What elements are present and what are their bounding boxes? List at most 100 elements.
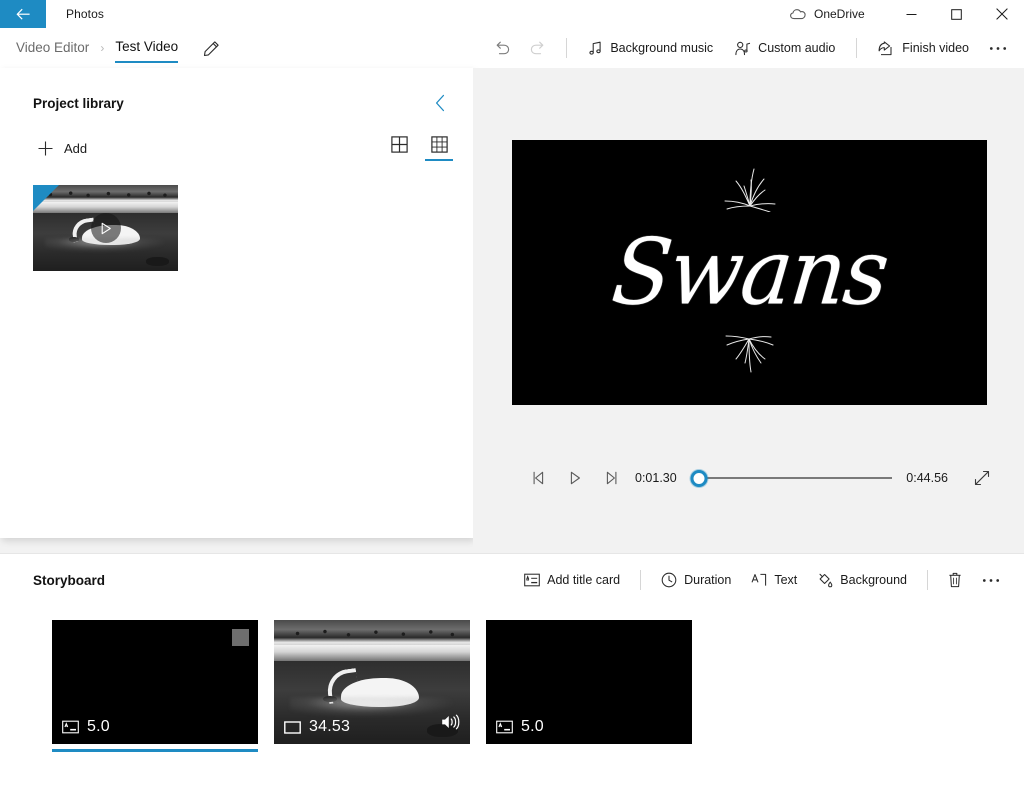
library-item-swan-video[interactable] bbox=[33, 185, 178, 271]
seek-thumb[interactable] bbox=[690, 469, 708, 487]
project-library-header: Project library bbox=[0, 68, 473, 116]
collapse-library-button[interactable] bbox=[427, 90, 453, 116]
music-note-icon bbox=[589, 41, 602, 55]
storyboard-clip-2-audio-indicator bbox=[441, 714, 460, 735]
close-icon bbox=[995, 8, 1008, 20]
storyboard-clip-3[interactable]: 5.0 bbox=[486, 620, 692, 744]
finish-video-label: Finish video bbox=[902, 41, 969, 55]
text-button[interactable]: Text bbox=[741, 564, 807, 596]
chevron-left-icon bbox=[435, 94, 444, 112]
add-title-card-label: Add title card bbox=[547, 573, 621, 587]
seek-slider[interactable] bbox=[690, 466, 893, 490]
back-arrow-icon bbox=[15, 8, 30, 20]
delete-clip-button[interactable]: Delete bbox=[938, 564, 972, 596]
storyboard-header: Storyboard Add title card Duration Text … bbox=[0, 554, 1024, 606]
breadcrumb-separator: › bbox=[100, 41, 105, 55]
duration-button[interactable]: Duration bbox=[651, 564, 741, 596]
ellipsis-icon bbox=[989, 46, 1007, 50]
person-audio-icon bbox=[735, 41, 751, 55]
sparkle-icon bbox=[724, 168, 775, 212]
rename-project-button[interactable] bbox=[200, 37, 222, 59]
next-frame-button[interactable] bbox=[593, 462, 629, 494]
finish-video-button[interactable]: Finish video bbox=[867, 32, 980, 64]
storyboard-clip-1[interactable]: 5.0 bbox=[52, 620, 258, 752]
storyboard-more-button[interactable]: See more bbox=[972, 564, 1010, 596]
storyboard-divider-1 bbox=[640, 570, 642, 590]
storyboard-clip-2-meta: 34.53 bbox=[284, 718, 350, 736]
onedrive-label: OneDrive bbox=[814, 7, 865, 21]
ellipsis-icon bbox=[982, 578, 1000, 582]
close-button[interactable] bbox=[979, 0, 1024, 28]
fullscreen-button[interactable] bbox=[966, 462, 998, 494]
storyboard-clip-1-duration: 5.0 bbox=[87, 718, 110, 735]
storyboard-clip-2-thumbnail[interactable]: 34.53 bbox=[274, 620, 470, 744]
undo-button[interactable] bbox=[484, 32, 520, 64]
onedrive-status[interactable]: OneDrive bbox=[790, 0, 865, 28]
title-card-text: Swans bbox=[607, 219, 892, 326]
next-frame-icon bbox=[606, 471, 617, 485]
storyboard-clip-1-checkbox[interactable] bbox=[232, 629, 249, 646]
redo-button[interactable] bbox=[520, 32, 556, 64]
storyboard-title: Storyboard bbox=[33, 572, 106, 588]
breadcrumb: Video Editor › Test Video bbox=[0, 28, 222, 68]
storyboard-clip-3-meta: 5.0 bbox=[496, 718, 544, 736]
storyboard-panel: Storyboard Add title card Duration Text … bbox=[0, 553, 1024, 796]
trash-icon bbox=[949, 572, 961, 588]
storyboard-clip-1-thumbnail[interactable]: 5.0 bbox=[52, 620, 258, 744]
background-music-button[interactable]: Background music bbox=[577, 32, 724, 64]
project-library-toolbar: Add bbox=[0, 116, 473, 163]
view-large-icons-button[interactable] bbox=[385, 136, 413, 161]
project-library-grid bbox=[0, 163, 473, 271]
grid-small-icon bbox=[430, 136, 448, 153]
storyboard-toolbar: Add title card Duration Text Background bbox=[514, 564, 1010, 596]
storyboard-clip-2[interactable]: 34.53 bbox=[274, 620, 470, 744]
grid-large-icon bbox=[390, 136, 408, 153]
sparkle-icon bbox=[725, 335, 773, 373]
back-button[interactable] bbox=[0, 0, 46, 28]
paint-bucket-icon bbox=[819, 573, 833, 588]
title-card-icon bbox=[62, 720, 79, 734]
previous-frame-icon bbox=[533, 471, 544, 485]
play-icon bbox=[101, 222, 111, 234]
title-card-preview: Swans bbox=[512, 140, 987, 405]
command-bar-more-button[interactable] bbox=[980, 32, 1016, 64]
breadcrumb-current-project[interactable]: Test Video bbox=[111, 40, 182, 63]
custom-audio-label: Custom audio bbox=[758, 41, 836, 55]
title-bar: Photos OneDrive bbox=[0, 0, 1024, 28]
window-controls bbox=[889, 0, 1024, 28]
duration-label: Duration bbox=[684, 573, 732, 587]
clip2-birds bbox=[274, 627, 470, 640]
maximize-button[interactable] bbox=[934, 0, 979, 28]
thumbnail-rock bbox=[146, 257, 170, 266]
custom-audio-button[interactable]: Custom audio bbox=[724, 32, 846, 64]
seek-track bbox=[690, 477, 893, 479]
add-title-card-button[interactable]: Add title card bbox=[514, 564, 630, 596]
background-music-label: Background music bbox=[610, 41, 714, 55]
storyboard-clip-1-selected-bar bbox=[52, 749, 258, 752]
total-time-label: 0:44.56 bbox=[906, 471, 948, 485]
command-divider-2 bbox=[856, 38, 858, 58]
preview-pane: Swans 0:01.30 0:44.56 bbox=[473, 68, 1024, 553]
command-divider-1 bbox=[566, 38, 568, 58]
breadcrumb-video-editor[interactable]: Video Editor bbox=[12, 41, 93, 55]
undo-icon bbox=[496, 41, 510, 55]
view-small-icons-button[interactable] bbox=[425, 136, 453, 161]
storyboard-clip-3-thumbnail[interactable]: 5.0 bbox=[486, 620, 692, 744]
library-item-play-button[interactable] bbox=[90, 213, 121, 243]
storyboard-clip-2-duration: 34.53 bbox=[309, 718, 351, 735]
storyboard-clip-3-duration: 5.0 bbox=[521, 718, 544, 735]
video-preview[interactable]: Swans bbox=[512, 140, 987, 405]
clip2-reflection bbox=[289, 696, 455, 717]
minimize-button[interactable] bbox=[889, 0, 934, 28]
background-button[interactable]: Background bbox=[807, 564, 917, 596]
text-icon bbox=[751, 573, 767, 586]
maximize-icon bbox=[951, 8, 962, 20]
add-media-button[interactable]: Add bbox=[33, 134, 97, 163]
previous-frame-button[interactable] bbox=[521, 462, 557, 494]
plus-icon bbox=[38, 141, 53, 156]
add-media-label: Add bbox=[64, 141, 88, 156]
storyboard-clip-1-meta: 5.0 bbox=[62, 718, 110, 736]
play-button[interactable] bbox=[557, 462, 593, 494]
command-bar-actions: Background music Custom audio Finish vid… bbox=[484, 28, 1024, 68]
speaker-icon bbox=[442, 714, 460, 730]
